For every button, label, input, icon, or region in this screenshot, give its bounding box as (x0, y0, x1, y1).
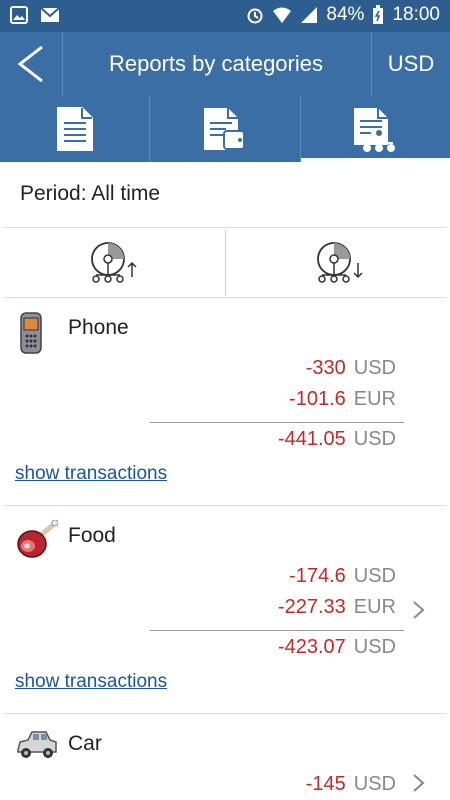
document-icon (56, 107, 93, 151)
tab-report-list[interactable] (0, 96, 149, 162)
back-button[interactable] (0, 32, 63, 96)
total-row: -441.05 USD (278, 428, 396, 451)
total-currency: USD (353, 428, 396, 450)
chart-sort-down-icon (316, 242, 363, 283)
total-currency: USD (353, 636, 396, 658)
chart-sort-up-icon (91, 242, 137, 283)
divider (4, 227, 446, 228)
sort-ascending-button[interactable] (0, 230, 225, 296)
amount-row: -145 USD (306, 773, 396, 796)
battery-percent: 84% (326, 4, 365, 25)
divider (4, 505, 446, 506)
chevron-right-icon[interactable] (412, 773, 426, 793)
document-tree-icon (354, 108, 396, 152)
amount-currency: USD (353, 773, 396, 795)
amount-currency: USD (353, 565, 396, 587)
report-tabs (0, 96, 450, 162)
amount-value: -227.33 (277, 596, 346, 618)
page-title: Reports by categories (109, 51, 323, 76)
wifi-icon (273, 7, 292, 23)
divider (4, 713, 446, 714)
amount-currency: USD (353, 357, 396, 379)
amount-row: -174.6 USD (289, 565, 396, 588)
status-bar: 84% 18:00 (0, 0, 450, 32)
amount-row: -330 USD (306, 357, 396, 380)
total-row: -423.07 USD (278, 636, 396, 659)
tab-report-wallet[interactable] (149, 96, 299, 162)
clock: 18:00 (392, 4, 440, 25)
mail-icon (40, 7, 60, 22)
show-transactions-link[interactable]: show transactions (15, 463, 167, 485)
amount-value: -145 (305, 773, 346, 795)
sort-descending-button[interactable] (224, 230, 450, 296)
sort-bar (0, 230, 450, 296)
category-name: Car (68, 732, 102, 755)
amount-value: -101.6 (289, 388, 346, 410)
alarm-icon (247, 8, 263, 24)
battery-icon (373, 5, 384, 24)
chevron-right-icon[interactable] (412, 600, 426, 620)
currency-selector[interactable]: USD (371, 32, 450, 96)
ham-icon (16, 519, 59, 565)
amount-value: -330 (305, 357, 346, 379)
total-value: -423.07 (277, 636, 346, 658)
phone-icon (16, 312, 46, 359)
document-wallet-icon (203, 108, 245, 150)
category-name: Phone (68, 316, 129, 339)
amount-row: -101.6 EUR (289, 388, 396, 411)
show-transactions-link[interactable]: show transactions (15, 671, 167, 693)
total-divider (150, 422, 404, 423)
app-bar: Reports by categories USD (0, 32, 450, 96)
chevron-left-icon (17, 45, 43, 83)
amount-currency: EUR (353, 596, 396, 618)
amount-row: -227.33 EUR (278, 596, 396, 619)
period-label[interactable]: Period: All time (20, 182, 160, 206)
signal-icon (301, 7, 318, 23)
divider (4, 297, 446, 298)
total-value: -441.05 (277, 428, 346, 450)
category-name: Food (68, 524, 116, 547)
tab-report-categories[interactable] (299, 96, 450, 162)
car-icon (16, 728, 58, 767)
total-divider (150, 630, 404, 631)
amount-value: -174.6 (289, 565, 346, 587)
gallery-icon (10, 6, 28, 24)
amount-currency: EUR (353, 388, 396, 410)
